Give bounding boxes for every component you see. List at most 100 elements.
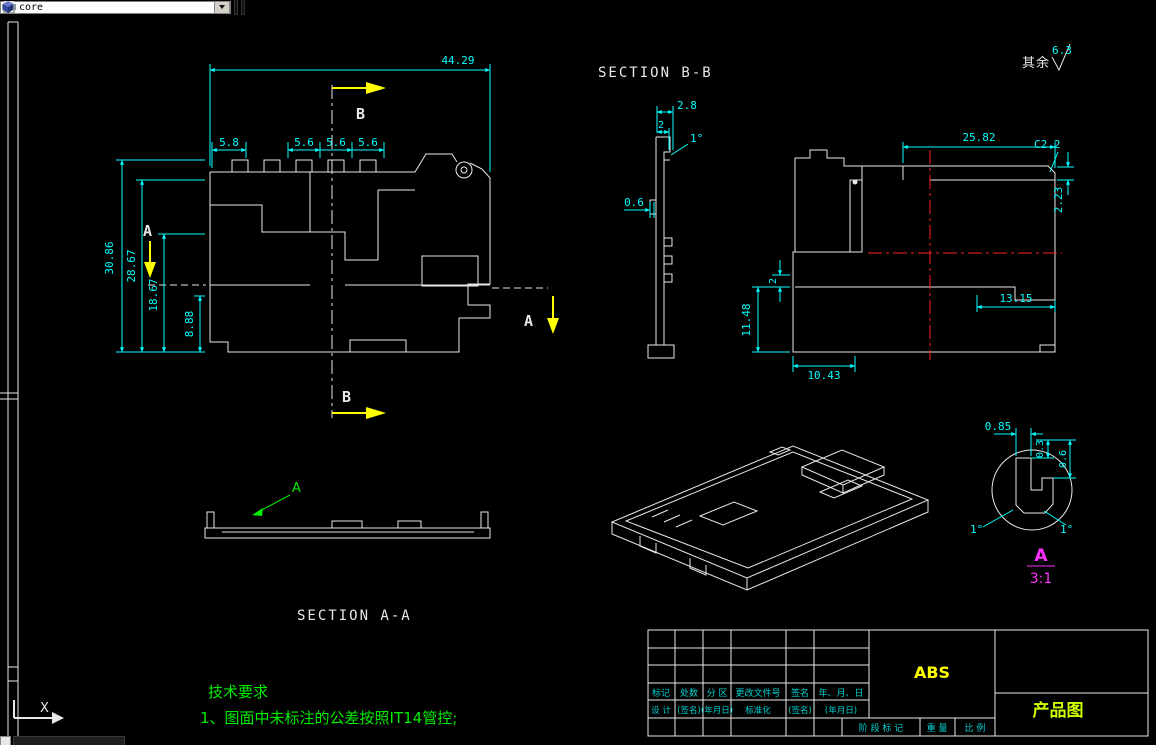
dim-side-height-left: 11.48 bbox=[740, 286, 790, 353]
dim-bb-top-width2: 2 bbox=[656, 120, 670, 150]
tech-requirements: 技术要求 1、图面中未标注的公差按照IT14管控; bbox=[200, 683, 457, 727]
cad-window: core B B A A 44.29 5.8 5.6 5.6 5.6 30.86… bbox=[0, 0, 1156, 745]
top-toolbar: core bbox=[0, 0, 245, 15]
roughness-prefix: 其余 bbox=[1022, 55, 1050, 71]
dim-side-chamfer: C2.2 bbox=[1034, 138, 1061, 173]
svg-text:分 区: 分 区 bbox=[707, 688, 728, 699]
detail-letter: A bbox=[1034, 546, 1048, 566]
svg-text:44.29: 44.29 bbox=[441, 54, 474, 67]
dim-side-width-bottom: 10.43 bbox=[792, 356, 856, 382]
svg-text:5.6: 5.6 bbox=[358, 136, 378, 149]
section-marker-b-top: B bbox=[332, 82, 386, 123]
side-body-outline bbox=[792, 165, 1056, 353]
svg-text:18.67: 18.67 bbox=[147, 278, 160, 311]
isometric-view bbox=[610, 445, 930, 591]
svg-text:28.67: 28.67 bbox=[125, 249, 138, 282]
marker-a-label: A bbox=[524, 312, 533, 330]
pocket bbox=[421, 255, 479, 287]
svg-text:(年月日): (年月日) bbox=[825, 705, 857, 716]
svg-text:2.23: 2.23 bbox=[1052, 187, 1065, 214]
detail-a-callout: A bbox=[252, 481, 301, 516]
tech-requirements-title: 技术要求 bbox=[208, 683, 268, 701]
dim-detail-h1: 0.3 bbox=[1031, 439, 1076, 459]
internal-features bbox=[210, 172, 490, 286]
dim-side-width-top: 25.82 bbox=[902, 131, 1056, 168]
cube-icon bbox=[3, 1, 13, 13]
tech-requirements-item: 1、图面中未标注的公差按照IT14管控; bbox=[200, 709, 457, 727]
side-tab-outline bbox=[794, 149, 863, 252]
svg-text:(年月日): (年月日) bbox=[701, 705, 733, 716]
layer-dropdown[interactable]: core bbox=[0, 0, 231, 14]
svg-text:0.6: 0.6 bbox=[624, 196, 644, 209]
section-bb-title: SECTION B-B bbox=[598, 65, 713, 81]
slot bbox=[349, 339, 407, 353]
svg-text:11.48: 11.48 bbox=[740, 303, 753, 336]
svg-text:30.86: 30.86 bbox=[103, 241, 116, 274]
svg-text:5.8: 5.8 bbox=[219, 136, 239, 149]
section-arrow-icon bbox=[366, 82, 386, 94]
drawing-canvas[interactable]: B B A A 44.29 5.8 5.6 5.6 5.6 30.86 28.6… bbox=[0, 0, 1156, 745]
dim-detail-angle2: 1° bbox=[1043, 510, 1073, 536]
section-marker-b-bottom: B bbox=[332, 388, 386, 419]
svg-text:1°: 1° bbox=[690, 132, 703, 145]
section-bb-view: 2.8 2 1° 0.6 bbox=[624, 99, 703, 359]
svg-text:设 计: 设 计 bbox=[651, 705, 671, 716]
title-block: 标记 处数 分 区 更改文件号 签名 年、月、日 设 计 (签名) (年月日) … bbox=[647, 629, 1149, 737]
dim-detail-h2: 0.6 bbox=[1053, 439, 1076, 479]
title-block-stage-row: 阶 段 标 记 重 量 比 例 bbox=[859, 722, 986, 734]
svg-text:10.43: 10.43 bbox=[807, 369, 840, 382]
dim-side-step: 2 bbox=[768, 260, 790, 302]
svg-text:8.88: 8.88 bbox=[183, 311, 196, 338]
section-arrow-icon bbox=[366, 407, 386, 419]
section-bb-profile bbox=[647, 136, 675, 359]
surface-roughness: 其余 6.3 bbox=[1022, 43, 1072, 72]
svg-text:25.82: 25.82 bbox=[962, 131, 995, 144]
marker-b-label: B bbox=[356, 105, 365, 123]
svg-text:C2.2: C2.2 bbox=[1034, 138, 1061, 151]
material-label: ABS bbox=[914, 663, 950, 682]
section-marker-a-left: A bbox=[143, 222, 156, 278]
dim-plan-pitch-chain: 5.8 5.6 5.6 5.6 bbox=[211, 136, 385, 168]
roughness-value: 6.3 bbox=[1052, 44, 1072, 57]
side-view: 25.82 C2.2 2.23 13.15 10.43 11.48 2 bbox=[740, 131, 1074, 382]
layer-name: core bbox=[19, 1, 44, 13]
svg-text:5.6: 5.6 bbox=[294, 136, 314, 149]
svg-text:2: 2 bbox=[768, 278, 779, 284]
boss-hole bbox=[460, 166, 468, 174]
svg-text:年、月、日: 年、月、日 bbox=[818, 687, 863, 699]
section-aa-base bbox=[204, 527, 491, 539]
view-cube-button[interactable] bbox=[3, 0, 245, 15]
title-block-sign-row: 设 计 (签名) (年月日) 标准化 (签名) (年月日) bbox=[651, 705, 857, 716]
svg-text:比 例: 比 例 bbox=[965, 722, 986, 734]
detail-a-view: 0.85 0.3 0.6 1° 1° A 3:1 bbox=[970, 420, 1076, 587]
svg-text:0.85: 0.85 bbox=[985, 420, 1012, 433]
svg-text:更改文件号: 更改文件号 bbox=[735, 687, 780, 699]
print-button[interactable] bbox=[2, 0, 238, 15]
section-aa-view: A bbox=[204, 481, 491, 539]
pin-hole bbox=[852, 179, 858, 185]
chevron-down-icon[interactable] bbox=[214, 0, 230, 14]
detail-callout-label: A bbox=[292, 481, 301, 496]
sheet-frame bbox=[0, 21, 19, 737]
status-strip[interactable] bbox=[13, 736, 125, 745]
status-chip[interactable] bbox=[0, 736, 11, 745]
side-internal-features bbox=[795, 166, 1055, 352]
svg-text:签名: 签名 bbox=[791, 687, 809, 699]
dim-bb-angle: 1° bbox=[670, 132, 703, 156]
svg-text:1°: 1° bbox=[1060, 523, 1073, 536]
marker-b-label: B bbox=[342, 388, 351, 406]
section-aa-clips bbox=[206, 511, 489, 528]
svg-text:0.6: 0.6 bbox=[1058, 450, 1069, 468]
detail-hook-profile bbox=[1015, 457, 1054, 514]
section-marker-a-right: A bbox=[524, 296, 559, 334]
section-arrow-icon bbox=[144, 262, 156, 278]
svg-text:5.6: 5.6 bbox=[326, 136, 346, 149]
title-block-revision-headers: 标记 处数 分 区 更改文件号 签名 年、月、日 bbox=[652, 687, 864, 699]
boss-circle bbox=[455, 161, 473, 179]
svg-text:1°: 1° bbox=[970, 523, 983, 536]
detail-title: A 3:1 bbox=[1027, 546, 1055, 587]
dim-side-width-inner: 13.15 bbox=[976, 292, 1056, 312]
marker-a-label: A bbox=[143, 222, 152, 240]
detail-scale: 3:1 bbox=[1030, 571, 1053, 587]
svg-text:处数: 处数 bbox=[680, 687, 698, 699]
